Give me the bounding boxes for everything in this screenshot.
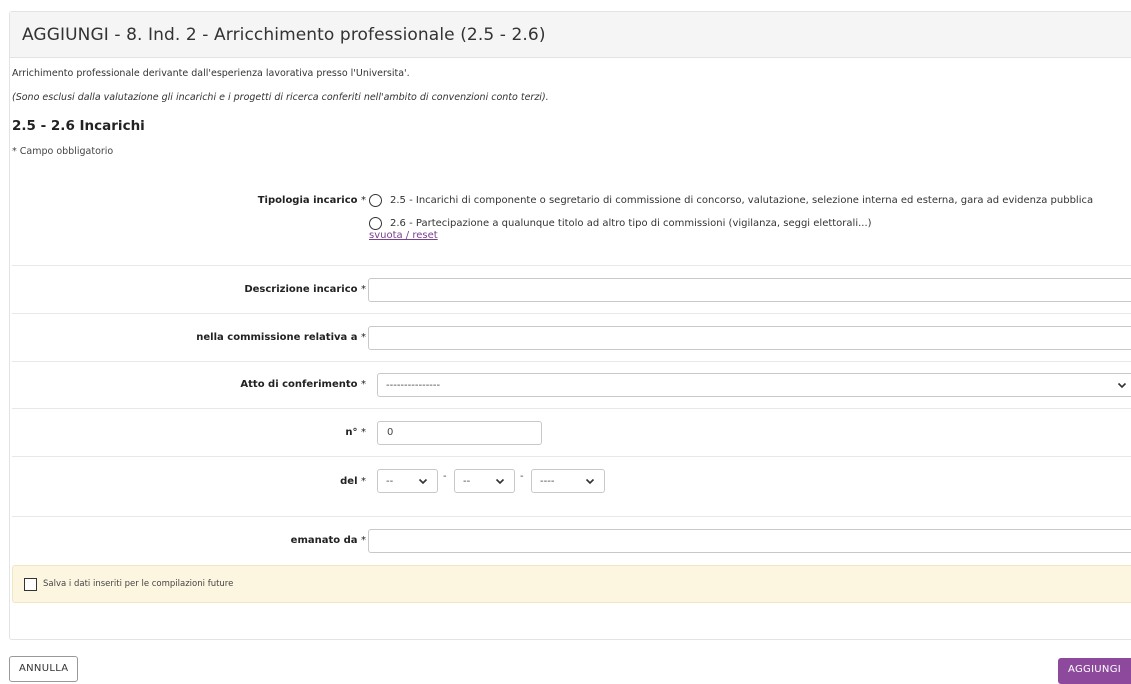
chevron-down-icon	[1117, 382, 1127, 389]
atto-label-text: Atto di conferimento	[240, 379, 358, 390]
chevron-down-icon	[495, 478, 505, 485]
save-data-checkbox[interactable]	[24, 577, 37, 591]
save-data-label: Salva i dati inseriti per le compilazion…	[43, 579, 234, 589]
row-divider	[12, 313, 1131, 314]
month-select[interactable]: --	[454, 469, 515, 493]
month-selected-value: --	[463, 475, 471, 487]
row-divider	[12, 456, 1131, 457]
radio-button-2-6[interactable]	[369, 217, 382, 230]
row-divider	[12, 361, 1131, 362]
atto-select[interactable]: ---------------	[377, 373, 1131, 397]
del-label-text: del	[340, 476, 358, 487]
year-select[interactable]: ----	[531, 469, 605, 493]
panel-header: AGGIUNGI - 8. Ind. 2 - Arricchimento pro…	[10, 12, 1131, 58]
chevron-down-icon	[418, 478, 428, 485]
numero-label: n° *	[8, 427, 366, 438]
date-separator: -	[443, 471, 447, 482]
intro-note: (Sono esclusi dalla valutazione gli inca…	[12, 92, 549, 103]
day-select[interactable]: --	[377, 469, 438, 493]
row-divider	[12, 516, 1131, 517]
radio-option-2-5[interactable]: 2.5 - Incarichi di componente o segretar…	[369, 194, 1093, 207]
numero-label-text: n°	[345, 427, 358, 438]
required-marker: *	[361, 195, 366, 206]
page-title: AGGIUNGI - 8. Ind. 2 - Arricchimento pro…	[22, 24, 546, 45]
required-marker: *	[361, 535, 366, 546]
emanato-input[interactable]	[368, 529, 1131, 553]
radio-option-2-6[interactable]: 2.6 - Partecipazione a qualunque titolo …	[369, 217, 872, 230]
radio-button-2-5[interactable]	[369, 194, 382, 207]
intro-description: Arrichimento professionale derivante dal…	[12, 68, 410, 79]
required-marker: *	[361, 332, 366, 343]
commissione-input[interactable]	[368, 326, 1131, 350]
tipologia-label-text: Tipologia incarico	[257, 195, 358, 206]
descrizione-input[interactable]	[368, 278, 1131, 302]
atto-label: Atto di conferimento *	[8, 379, 366, 390]
required-marker: *	[361, 284, 366, 295]
required-marker: *	[361, 427, 366, 438]
add-button[interactable]: AGGIUNGI	[1058, 658, 1131, 684]
required-field-note: * Campo obbligatorio	[12, 146, 114, 157]
radio-label-2-5: 2.5 - Incarichi di componente o segretar…	[390, 195, 1094, 206]
radio-label-2-6: 2.6 - Partecipazione a qualunque titolo …	[390, 218, 872, 229]
emanato-label-text: emanato da	[290, 535, 358, 546]
cancel-button[interactable]: ANNULLA	[9, 656, 79, 682]
commissione-label-text: nella commissione relativa a	[196, 332, 358, 343]
required-marker: *	[361, 476, 366, 487]
descrizione-label: Descrizione incarico *	[8, 284, 366, 295]
chevron-down-icon	[585, 478, 595, 485]
emanato-label: emanato da *	[8, 535, 366, 546]
tipologia-label: Tipologia incarico *	[8, 195, 366, 206]
descrizione-label-text: Descrizione incarico	[244, 284, 358, 295]
row-divider	[12, 265, 1131, 266]
del-label: del *	[8, 476, 366, 487]
year-selected-value: ----	[540, 475, 555, 487]
row-divider	[12, 408, 1131, 409]
numero-input[interactable]: 0	[377, 421, 542, 445]
commissione-label: nella commissione relativa a *	[8, 332, 366, 343]
section-title: 2.5 - 2.6 Incarichi	[12, 118, 145, 134]
save-data-box: Salva i dati inseriti per le compilazion…	[12, 565, 1131, 603]
required-marker: *	[361, 379, 366, 390]
atto-selected-value: ---------------	[386, 379, 441, 391]
day-selected-value: --	[386, 475, 394, 487]
reset-link[interactable]: svuota / reset	[369, 230, 438, 241]
intro-text-block: Arrichimento professionale derivante dal…	[12, 62, 549, 110]
date-separator: -	[520, 471, 524, 482]
